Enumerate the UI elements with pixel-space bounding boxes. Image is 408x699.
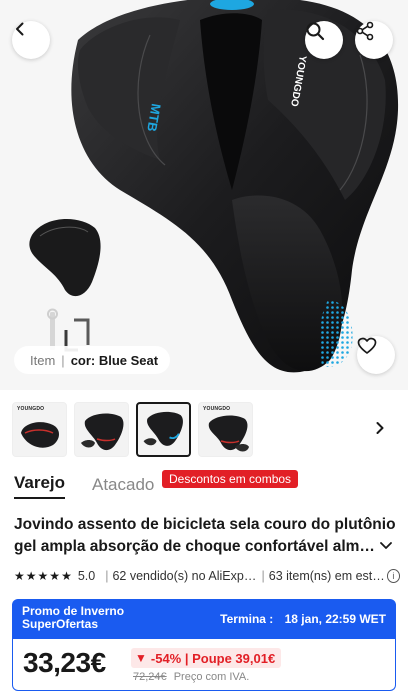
thumbnail-1[interactable]: YOUNGDO: [12, 402, 67, 457]
thumbnails-next-button[interactable]: [368, 416, 392, 440]
promo-banner[interactable]: Promo de Inverno SuperOfertas Termina : …: [12, 599, 396, 639]
sold-count: 62 vendido(s) no AliExpress: [112, 569, 258, 583]
star-icon: ★: [14, 569, 25, 583]
product-image-gallery[interactable]: MTB YOUNGDO Item | cor: Blue Seat: [0, 0, 408, 390]
original-price-row: 72,24€ Preço com IVA.: [133, 671, 249, 683]
tab-retail[interactable]: Varejo: [14, 473, 66, 499]
down-arrow-icon: ▼: [135, 651, 147, 665]
product-title-line-1: Jovindo assento de bicicleta sela couro …: [14, 516, 396, 533]
promo-ends-label: Termina :: [220, 612, 274, 626]
thumbnail-4[interactable]: YOUNGDO: [198, 402, 253, 457]
product-title-line-2: gel ampla absorção de choque confortável…: [14, 538, 376, 555]
divider: |: [105, 569, 109, 583]
tax-note: Preço com IVA.: [173, 671, 250, 683]
search-icon: [306, 22, 325, 41]
promo-ends-value: 18 jan, 22:59 WET: [284, 612, 386, 626]
selected-variant-chip[interactable]: Item | cor: Blue Seat: [14, 346, 171, 374]
favorite-button[interactable]: [357, 336, 395, 374]
rating-score: 5.0: [77, 569, 96, 583]
star-icon: ★: [61, 569, 72, 583]
tab-wholesale[interactable]: Atacado: [92, 475, 154, 495]
search-button[interactable]: [305, 21, 343, 59]
star-icon: ★: [25, 569, 37, 583]
product-title[interactable]: Jovindo assento de bicicleta sela couro …: [14, 514, 400, 558]
combo-discount-badge[interactable]: Descontos em combos: [162, 470, 299, 488]
heart-outline-icon: [357, 337, 377, 354]
share-icon: [356, 21, 374, 41]
variant-key: Item: [30, 352, 56, 368]
star-rating: ★ ★ ★ ★ ★: [14, 570, 72, 582]
thumbnail-2[interactable]: [74, 402, 129, 457]
chevron-left-icon: [16, 22, 24, 36]
thumbnail-strip: YOUNGDO YOUNGDO: [12, 402, 253, 458]
thumbnail-3-selected[interactable]: [136, 402, 191, 457]
info-icon[interactable]: i: [386, 569, 400, 583]
thumbnail-brand: YOUNGDO: [17, 406, 45, 412]
chevron-right-icon: [376, 422, 384, 434]
back-button[interactable]: [12, 21, 50, 59]
original-price: 72,24€: [133, 671, 167, 683]
thumbnail-brand: YOUNGDO: [203, 406, 231, 412]
stock-count: 63 item(ns) em estoque: [268, 569, 387, 583]
variant-value: cor: Blue Seat: [70, 352, 159, 368]
share-button[interactable]: [355, 21, 393, 59]
rating-row[interactable]: ★ ★ ★ ★ ★ 5.0 | 62 vendido(s) no AliExpr…: [14, 567, 400, 585]
promo-name: Promo de Inverno SuperOfertas: [22, 605, 124, 631]
discount-text: -54% | Poupe 39,01€: [150, 650, 276, 666]
current-price: 33,23€: [23, 647, 106, 678]
variant-separator: |: [61, 352, 65, 368]
price-box: 33,23€ ▼ -54% | Poupe 39,01€ 72,24€ Preç…: [12, 639, 396, 691]
divider: |: [261, 569, 265, 583]
product-image: MTB YOUNGDO: [29, 0, 399, 373]
thumbnail-image: [81, 413, 124, 451]
thumbnail-image: [143, 411, 183, 446]
chevron-down-icon[interactable]: [378, 537, 394, 553]
promo-name-line-2: SuperOfertas: [22, 617, 99, 631]
star-icon: ★: [49, 569, 61, 583]
discount-badge: ▼ -54% | Poupe 39,01€: [131, 648, 282, 668]
purchase-mode-tabs: Varejo Atacado Descontos em combos: [14, 470, 394, 500]
star-icon: ★: [37, 569, 49, 583]
promo-countdown: Termina : 18 jan, 22:59 WET: [220, 612, 386, 626]
